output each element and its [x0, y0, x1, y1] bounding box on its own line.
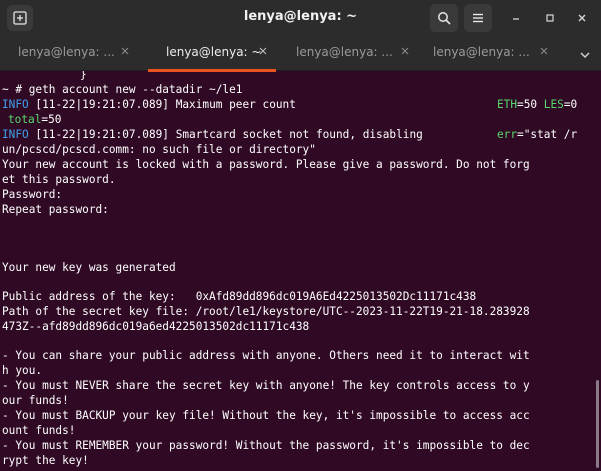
- terminal-line: - You must REMEMBER your password! Witho…: [2, 439, 530, 452]
- close-button[interactable]: [572, 8, 592, 28]
- tab-label: lenya@lenya: ...: [433, 45, 530, 59]
- log-time: [11-22|19:21:07.089]: [35, 128, 169, 141]
- log-key: total: [8, 113, 42, 126]
- terminal-line: - You must NEVER share the secret key wi…: [2, 379, 530, 392]
- tab-3[interactable]: lenya@lenya: ...: [296, 36, 416, 70]
- minimize-button[interactable]: [506, 8, 526, 28]
- hamburger-menu-icon: [473, 13, 483, 23]
- title-bar: lenya@lenya: ~: [0, 0, 601, 36]
- terminal-line: INFO [11-22|19:21:07.089] Smartcard sock…: [2, 127, 423, 142]
- log-message: Maximum peer count: [175, 98, 296, 111]
- tab-4[interactable]: lenya@lenya: ...: [433, 36, 559, 70]
- log-value: =50: [41, 113, 62, 126]
- search-button[interactable]: [430, 4, 458, 32]
- tab-label: lenya@lenya: ~: [166, 45, 262, 59]
- log-level: INFO: [2, 98, 29, 111]
- terminal-line: - You can share your public address with…: [2, 349, 530, 362]
- maximize-button[interactable]: [540, 8, 560, 28]
- new-tab-icon: [13, 11, 27, 25]
- terminal-line: ETH=50 LES=0: [497, 97, 577, 112]
- terminal-line: Password:: [2, 188, 63, 201]
- terminal-line: Repeat password:: [2, 203, 109, 216]
- close-icon: [121, 47, 129, 55]
- menu-button[interactable]: [464, 4, 492, 32]
- log-key: LES: [543, 98, 564, 111]
- log-key: err: [497, 128, 518, 141]
- tab-label: lenya@lenya: ...: [296, 45, 393, 59]
- tab-overflow-button[interactable]: [578, 47, 592, 61]
- log-level: INFO: [2, 128, 29, 141]
- maximize-icon: [546, 14, 554, 22]
- terminal-scrollbar[interactable]: [596, 380, 599, 468]
- terminal-line: un/pcscd/pcscd.comm: no such file or dir…: [2, 143, 316, 156]
- close-icon: [401, 47, 409, 55]
- tab-label: lenya@lenya: ...: [18, 45, 115, 59]
- terminal-output[interactable]: } ~ # geth account new --datadir ~/le1 I…: [0, 71, 601, 471]
- search-icon: [438, 12, 451, 25]
- close-icon: [578, 14, 586, 22]
- terminal-line: Your new account is locked with a passwo…: [2, 158, 530, 171]
- tab-close-button[interactable]: [256, 44, 270, 58]
- log-key: ETH: [497, 98, 518, 111]
- close-icon: [540, 47, 548, 55]
- terminal-line: err="stat /r: [497, 127, 577, 142]
- minimize-icon: [513, 18, 519, 20]
- tab-close-button[interactable]: [398, 44, 412, 58]
- terminal-line: ount funds!: [2, 424, 76, 437]
- tab-2-active[interactable]: lenya@lenya: ~: [166, 36, 286, 70]
- terminal-line: rypt the key!: [2, 454, 89, 467]
- log-value: ="stat /r: [517, 128, 578, 141]
- terminal-line: ~ # geth account new --datadir ~/le1: [2, 83, 243, 96]
- tab-close-button[interactable]: [537, 44, 551, 58]
- tab-1[interactable]: lenya@lenya: ...: [18, 36, 138, 70]
- log-value: =50: [517, 98, 538, 111]
- terminal-line: 473Z--afd89dd896dc019a6ed4225013502dc111…: [2, 320, 310, 333]
- terminal-line: Your new key was generated: [2, 261, 176, 274]
- terminal-line: INFO [11-22|19:21:07.089] Maximum peer c…: [2, 97, 296, 112]
- tab-close-button[interactable]: [118, 44, 132, 58]
- terminal-line: et this password.: [2, 173, 116, 186]
- terminal-line: our funds!: [2, 394, 69, 407]
- terminal-line: Public address of the key: 0xAfd89dd896d…: [2, 290, 477, 303]
- new-tab-button[interactable]: [7, 5, 33, 31]
- log-value: =0: [563, 98, 578, 111]
- log-message: Smartcard socket not found, disabling: [175, 128, 423, 141]
- close-icon: [259, 47, 267, 55]
- terminal-line: Path of the secret key file: /root/le1/k…: [2, 305, 530, 318]
- chevron-down-icon: [580, 52, 590, 59]
- terminal-line: h you.: [2, 364, 43, 377]
- terminal-line: - You must BACKUP your key file! Without…: [2, 409, 530, 422]
- terminal-line: total=50: [8, 112, 61, 127]
- terminal-line: }: [80, 71, 87, 81]
- tab-bar: lenya@lenya: ... lenya@lenya: ~ lenya@le…: [0, 36, 601, 72]
- log-time: [11-22|19:21:07.089]: [35, 98, 169, 111]
